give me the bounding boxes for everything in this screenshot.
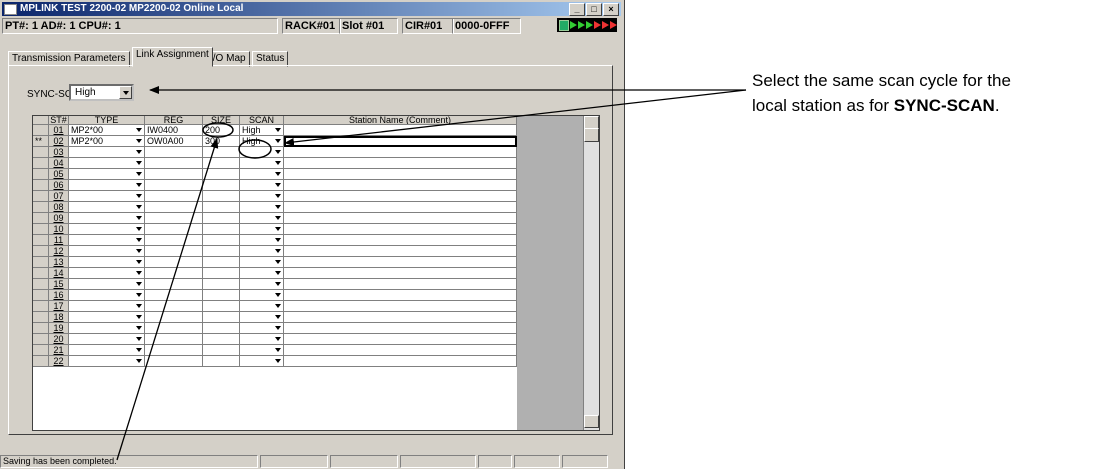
size-highlight-circle bbox=[202, 122, 234, 138]
arrow-to-size-cell bbox=[116, 138, 219, 461]
scan-highlight-circle bbox=[238, 139, 272, 159]
annotation-overlay bbox=[116, 86, 747, 461]
tab-link-assignment[interactable]: Link Assignment bbox=[132, 47, 213, 67]
arrow-to-scan-cell bbox=[284, 89, 747, 146]
